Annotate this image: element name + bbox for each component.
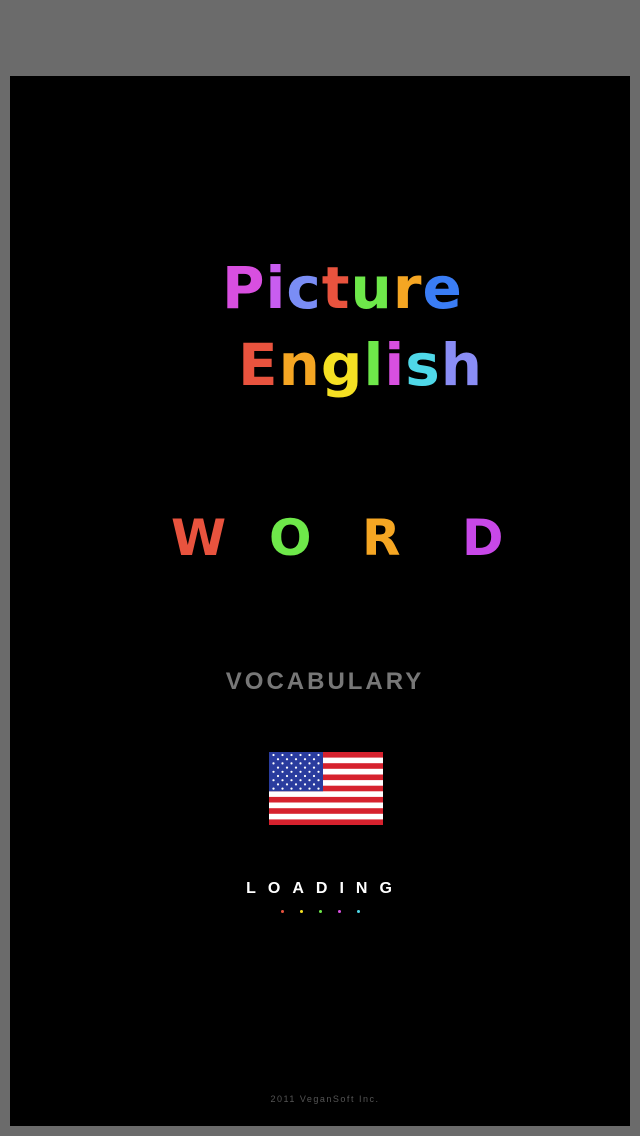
- title-letter: E: [238, 331, 279, 399]
- loading-dot: [299, 910, 303, 913]
- title-letter: t: [321, 254, 351, 322]
- title-picture: Picture: [222, 254, 463, 322]
- title-english: English: [238, 331, 483, 399]
- title-letter: r: [392, 254, 423, 322]
- word-letter-r: R: [362, 509, 401, 567]
- loading-dot: [356, 910, 360, 913]
- us-flag-icon: [269, 752, 383, 825]
- title-letter: i: [384, 331, 406, 399]
- loading-dot: [337, 910, 341, 913]
- title-letter: s: [405, 331, 441, 399]
- title-letter: h: [440, 331, 484, 399]
- title-letter: n: [278, 331, 321, 399]
- title-letter: l: [363, 331, 385, 399]
- splash-screen: Picture English W O R D VOCABULARY LOADI…: [10, 76, 630, 1126]
- title-letter: P: [222, 254, 266, 322]
- title-letter: g: [320, 331, 364, 399]
- title-letter: i: [265, 254, 287, 322]
- word-letter-w: W: [171, 509, 227, 567]
- loading-dot: [280, 910, 284, 913]
- subtitle-vocabulary: VOCABULARY: [225, 668, 425, 695]
- loading-dots: [10, 910, 630, 920]
- title-letter: u: [350, 254, 393, 322]
- loading-dot: [318, 910, 322, 913]
- copyright-text: 2011 VeganSoft Inc.: [270, 1094, 380, 1104]
- loading-label: LOADING: [246, 880, 404, 897]
- word-letter-o: O: [269, 509, 312, 567]
- title-letter: e: [422, 254, 463, 322]
- title-letter: c: [286, 254, 322, 322]
- word-letter-d: D: [462, 509, 504, 567]
